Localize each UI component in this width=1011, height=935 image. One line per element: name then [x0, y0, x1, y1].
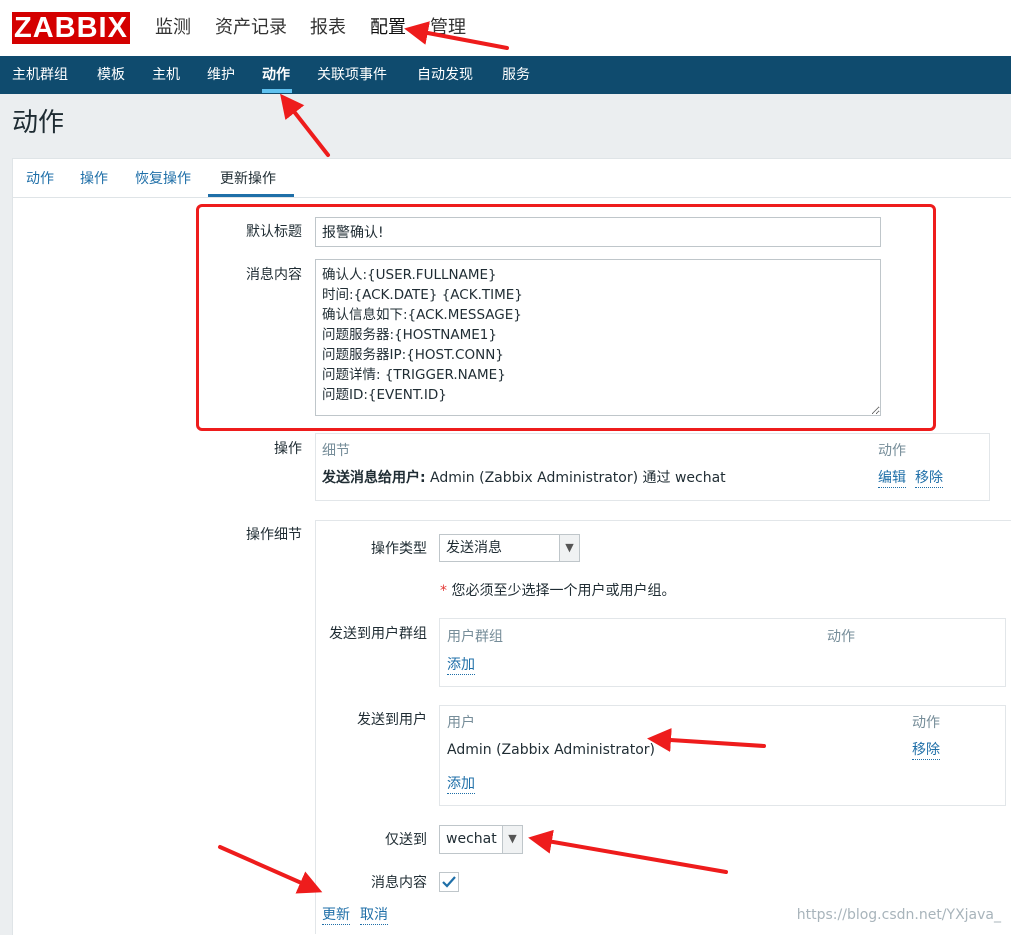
operation-row-detail: Admin (Zabbix Administrator) 通过 wechat [425, 470, 726, 486]
operations-col-action: 动作 [878, 443, 906, 459]
cancel-button[interactable]: 取消 [360, 906, 388, 925]
operation-type-label: 操作类型 [371, 541, 427, 557]
user-groups-table [439, 618, 1006, 687]
watermark: https://blog.csdn.net/YXjava_ [796, 907, 1001, 923]
send-to-users-label: 发送到用户 [357, 712, 427, 728]
operations-label: 操作 [274, 441, 302, 457]
default-message-checkbox[interactable] [439, 872, 459, 892]
required-note-text: 您必须至少选择一个用户或用户组。 [451, 583, 676, 599]
default-message-checkbox-label: 消息内容 [371, 875, 427, 891]
top-menu-inventory[interactable]: 资产记录 [215, 16, 287, 40]
subnav-active-indicator [262, 89, 292, 93]
remove-user-link[interactable]: 移除 [912, 741, 940, 760]
user-entry: Admin (Zabbix Administrator) [447, 742, 655, 758]
add-user-group-link[interactable]: 添加 [447, 656, 475, 675]
subnav-host-groups[interactable]: 主机群组 [12, 66, 68, 84]
send-only-to-value: wechat [446, 831, 497, 847]
subnav-maintenance[interactable]: 维护 [207, 66, 235, 84]
operations-col-details: 细节 [322, 443, 350, 459]
operation-edit-link[interactable]: 编辑 [878, 469, 906, 488]
checkmark-icon [442, 876, 456, 888]
user-groups-col-action: 动作 [827, 629, 855, 645]
tab-update-operations[interactable]: 更新操作 [220, 170, 276, 188]
top-menu-configuration[interactable]: 配置 [370, 16, 406, 40]
operation-details-label: 操作细节 [246, 527, 302, 543]
chevron-down-icon: ▼ [559, 535, 579, 561]
top-header [0, 0, 1011, 56]
tabs-divider [13, 197, 1011, 198]
subnav-discovery[interactable]: 自动发现 [417, 66, 473, 84]
subnav-hosts[interactable]: 主机 [152, 66, 180, 84]
send-to-groups-label: 发送到用户群组 [329, 626, 427, 642]
page-title: 动作 [12, 108, 65, 138]
add-user-link[interactable]: 添加 [447, 775, 475, 794]
update-button[interactable]: 更新 [322, 906, 350, 925]
operation-remove-link[interactable]: 移除 [915, 469, 943, 488]
tab-active-underline [208, 194, 294, 197]
subnav-templates[interactable]: 模板 [97, 66, 125, 84]
required-star: * [440, 583, 447, 599]
operation-row-type: 发送消息给用户: [322, 470, 426, 486]
send-only-to-label: 仅送到 [385, 832, 427, 848]
operation-row: 发送消息给用户: Admin (Zabbix Administrator) 通过… [322, 469, 726, 487]
top-menu-monitoring[interactable]: 监测 [155, 16, 191, 40]
tab-recovery-operations[interactable]: 恢复操作 [135, 170, 191, 188]
tab-operations[interactable]: 操作 [80, 170, 108, 188]
subnav-actions[interactable]: 动作 [262, 66, 290, 84]
zabbix-logo[interactable]: ZABBIX [12, 12, 130, 44]
top-menu-reports[interactable]: 报表 [310, 16, 346, 40]
operation-type-value: 发送消息 [446, 540, 502, 556]
users-col-user: 用户 [447, 715, 475, 731]
required-note: * 您必须至少选择一个用户或用户组。 [440, 582, 675, 600]
tab-action[interactable]: 动作 [26, 170, 54, 188]
top-menu-administration[interactable]: 管理 [430, 16, 466, 40]
subnav-event-correlation[interactable]: 关联项事件 [317, 66, 387, 84]
send-only-to-select[interactable]: wechat ▼ [439, 825, 523, 854]
operation-type-select[interactable]: 发送消息 ▼ [439, 534, 580, 562]
arrow-to-actions-subnav [280, 93, 330, 157]
annotation-highlight-box [196, 204, 936, 431]
user-groups-col-group: 用户群组 [447, 629, 503, 645]
users-col-action: 动作 [912, 715, 940, 731]
subnav-services[interactable]: 服务 [502, 66, 530, 84]
chevron-down-icon: ▼ [502, 826, 522, 853]
